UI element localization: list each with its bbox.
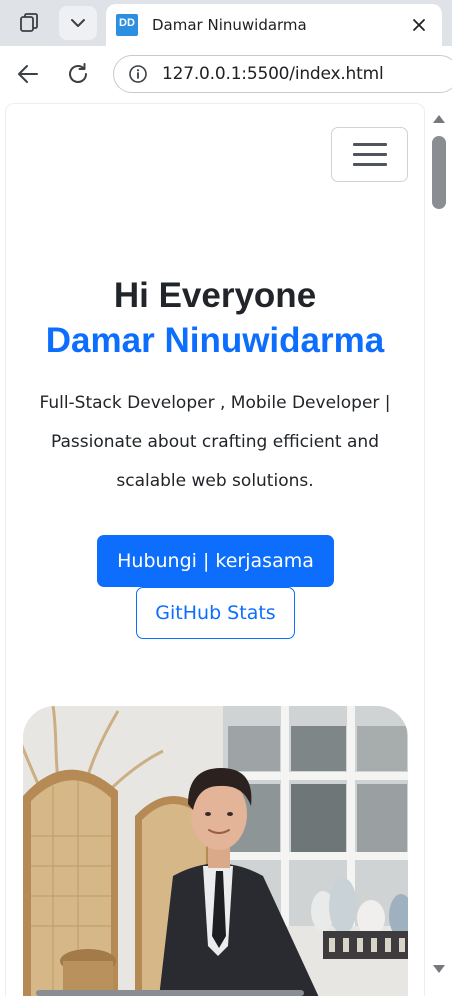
reload-icon (69, 63, 87, 83)
favicon-text: DD (119, 17, 135, 29)
profile-photo-illustration (23, 706, 408, 996)
vertical-scrollbar[interactable] (426, 102, 452, 996)
chevron-down-icon (71, 19, 85, 27)
site-favicon: DD (116, 14, 138, 36)
web-page: Hi Everyone Damar Ninuwidarma Full-Stack… (6, 104, 424, 996)
github-stats-button[interactable]: GitHub Stats (136, 587, 295, 639)
hero-greeting: Hi Everyone (113, 276, 317, 315)
contact-button[interactable]: Hubungi | kerjasama (97, 535, 334, 587)
tab-title: Damar Ninuwidarma (152, 16, 307, 34)
hero-description: Full-Stack Developer , Mobile Developer … (39, 393, 391, 491)
tab-groups-icon (20, 13, 38, 32)
navbar-toggle-button[interactable] (331, 127, 408, 182)
scroll-up-arrow-icon[interactable] (432, 114, 446, 124)
page-viewport: Hi Everyone Damar Ninuwidarma Full-Stack… (0, 102, 452, 996)
hero-name: Damar Ninuwidarma (45, 321, 385, 360)
address-bar[interactable]: 127.0.0.1:5500/index.html (113, 55, 452, 93)
profile-photo (23, 706, 408, 996)
reload-button[interactable] (62, 58, 94, 90)
tab-close-button[interactable] (408, 14, 430, 36)
close-icon (413, 19, 425, 31)
tab-search-button[interactable] (59, 6, 97, 40)
active-tab[interactable]: DD Damar Ninuwidarma (106, 4, 442, 46)
arrow-left-icon (18, 65, 38, 83)
vertical-scrollbar-thumb[interactable] (432, 136, 446, 209)
scroll-down-arrow-icon[interactable] (432, 964, 446, 974)
hamburger-icon (352, 136, 387, 173)
browser-window: DD Damar Ninuwidarma 127.0.0.1:5500/inde… (0, 0, 452, 996)
tab-actions-button[interactable] (10, 6, 50, 40)
url-text: 127.0.0.1:5500/index.html (162, 64, 384, 84)
tab-strip: DD Damar Ninuwidarma (0, 0, 452, 46)
horizontal-scrollbar-thumb[interactable] (36, 990, 304, 996)
info-icon[interactable] (128, 64, 148, 84)
back-button[interactable] (12, 58, 44, 90)
browser-toolbar: 127.0.0.1:5500/index.html (0, 46, 452, 102)
